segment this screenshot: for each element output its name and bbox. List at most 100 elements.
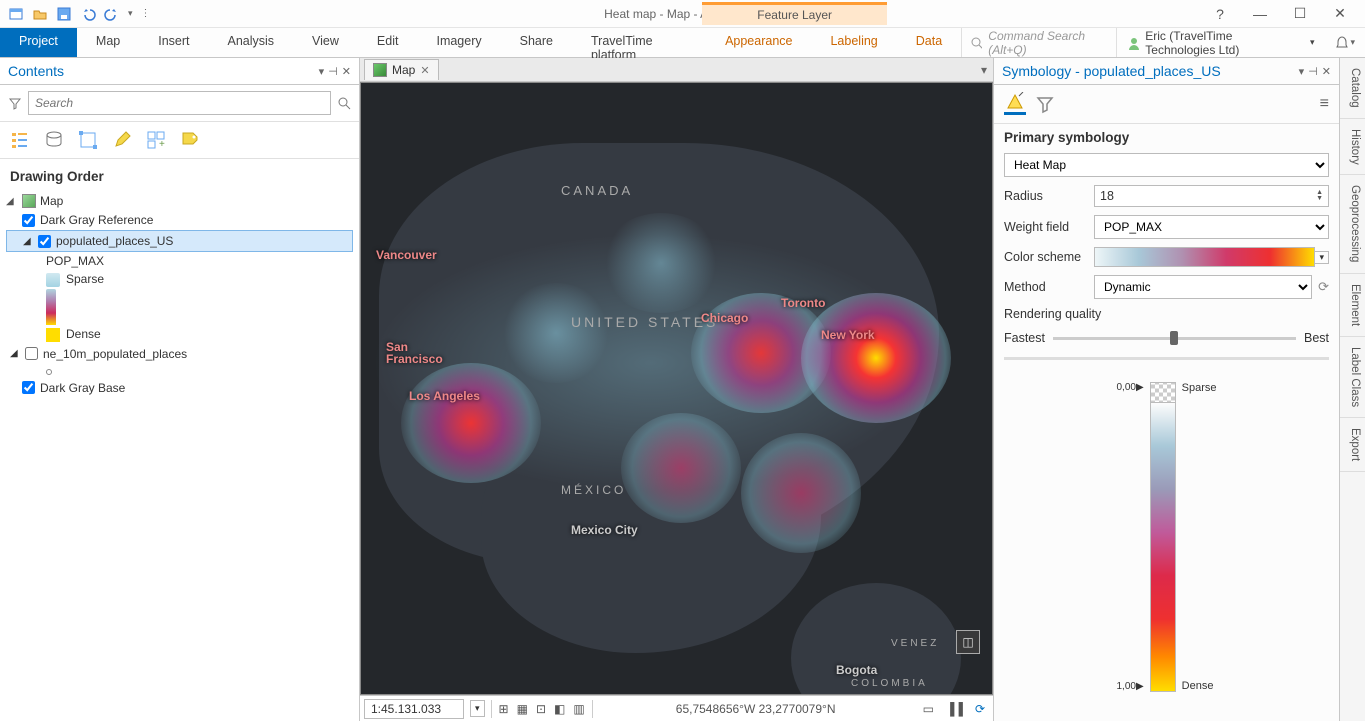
- pause-icon[interactable]: ▐▐: [942, 700, 967, 718]
- tab-imagery[interactable]: Imagery: [417, 28, 500, 57]
- close-icon[interactable]: ✕: [1327, 5, 1353, 22]
- contents-search-input[interactable]: [28, 91, 331, 115]
- dropdown-icon[interactable]: ▾: [1299, 65, 1305, 78]
- close-tab-icon[interactable]: ✕: [420, 64, 429, 77]
- qat-overflow-icon[interactable]: ⋮: [141, 8, 151, 19]
- close-pane-icon[interactable]: ✕: [342, 65, 351, 78]
- vtab-export[interactable]: Export: [1340, 418, 1365, 472]
- corrections-icon[interactable]: ◧: [551, 700, 568, 718]
- radius-input[interactable]: 18▲▼: [1094, 185, 1329, 207]
- layer-dark-gray-reference[interactable]: Dark Gray Reference: [6, 210, 353, 230]
- map-view-tab[interactable]: Map ✕: [364, 59, 439, 80]
- vtab-label-class[interactable]: Label Class: [1340, 337, 1365, 418]
- notifications-icon[interactable]: ▾: [1324, 28, 1365, 57]
- tab-data[interactable]: Data: [897, 28, 961, 57]
- list-source-icon[interactable]: [44, 130, 64, 150]
- navigator-icon[interactable]: ◫: [956, 630, 980, 654]
- minimize-icon[interactable]: —: [1247, 6, 1273, 22]
- dynamic-icon[interactable]: ▥: [570, 700, 587, 718]
- help-icon[interactable]: ?: [1207, 6, 1233, 22]
- command-search[interactable]: Command Search (Alt+Q): [961, 28, 1116, 57]
- layer-visibility-checkbox[interactable]: [38, 235, 51, 248]
- tab-labeling[interactable]: Labeling: [811, 28, 896, 57]
- tab-view[interactable]: View: [293, 28, 358, 57]
- map-node[interactable]: ◢ Map: [6, 192, 353, 210]
- color-ramp-icon[interactable]: [1150, 402, 1176, 692]
- tab-traveltime[interactable]: TravelTime platform: [572, 28, 706, 57]
- search-go-icon[interactable]: [335, 94, 353, 112]
- layer-visibility-checkbox[interactable]: [25, 347, 38, 360]
- qat-dropdown-icon[interactable]: ▾: [128, 8, 133, 19]
- layer-populated-places-us[interactable]: ◢ populated_places_US: [6, 230, 353, 252]
- dropdown-icon[interactable]: ▾: [319, 65, 325, 78]
- ribbon-tabs: Project Map Insert Analysis View Edit Im…: [0, 28, 1365, 58]
- city-label: Toronto: [781, 296, 825, 310]
- user-dropdown-icon: ▾: [1310, 37, 1315, 48]
- vtab-catalog[interactable]: Catalog: [1340, 58, 1365, 119]
- view-dropdown-icon[interactable]: ▾: [975, 63, 993, 77]
- list-snapping-icon[interactable]: +: [146, 130, 166, 150]
- tab-project[interactable]: Project: [0, 28, 77, 57]
- method-select[interactable]: Dynamic: [1094, 275, 1312, 299]
- color-scheme-label: Color scheme: [1004, 250, 1086, 264]
- pin-icon[interactable]: ⊣: [328, 65, 338, 78]
- snap-icon[interactable]: ⊞: [496, 700, 512, 718]
- country-label: VENEZ: [891, 638, 939, 649]
- layer-visibility-checkbox[interactable]: [22, 214, 35, 227]
- new-project-icon[interactable]: [8, 6, 24, 22]
- layer-label: ne_10m_populated_places: [43, 347, 187, 361]
- layer-ne-10m-populated-places[interactable]: ◢ ne_10m_populated_places: [6, 344, 353, 364]
- city-label: SanFrancisco: [386, 341, 443, 365]
- redo-icon[interactable]: [104, 6, 120, 22]
- user-menu[interactable]: Eric (TravelTime Technologies Ltd) ▾: [1116, 28, 1324, 57]
- primary-symbology-heading: Primary symbology: [1004, 130, 1329, 145]
- vtab-geoprocessing[interactable]: Geoprocessing: [1340, 175, 1365, 273]
- contents-toolbar: +: [0, 122, 359, 159]
- menu-icon[interactable]: ≡: [1320, 95, 1329, 113]
- list-selection-icon[interactable]: [78, 130, 98, 150]
- undo-icon[interactable]: [80, 6, 96, 22]
- scale-dropdown-icon[interactable]: ▾: [470, 700, 485, 717]
- save-icon[interactable]: [56, 6, 72, 22]
- symbology-type-select[interactable]: Heat Map: [1004, 153, 1329, 177]
- list-drawing-order-icon[interactable]: [10, 130, 30, 150]
- list-editing-icon[interactable]: [112, 130, 132, 150]
- collapse-icon[interactable]: ◢: [10, 348, 20, 359]
- list-labeling-icon[interactable]: [180, 130, 200, 150]
- layer-dark-gray-base[interactable]: Dark Gray Base: [6, 378, 353, 398]
- maximize-icon[interactable]: ☐: [1287, 5, 1313, 22]
- selected-features-icon[interactable]: ▭: [919, 700, 938, 718]
- vtab-history[interactable]: History: [1340, 119, 1365, 176]
- quality-slider[interactable]: [1053, 337, 1296, 340]
- layer-visibility-checkbox[interactable]: [22, 381, 35, 394]
- color-scheme-dropdown-icon[interactable]: ▾: [1315, 251, 1329, 264]
- weight-field-select[interactable]: POP_MAX: [1094, 215, 1329, 239]
- refresh-icon[interactable]: ⟳: [1318, 279, 1329, 295]
- grid-icon[interactable]: ▦: [514, 700, 531, 718]
- collapse-icon[interactable]: ◢: [6, 196, 18, 207]
- open-project-icon[interactable]: [32, 6, 48, 22]
- map-icon: [22, 194, 36, 208]
- filter-icon[interactable]: [6, 94, 24, 112]
- primary-symbology-tab-icon[interactable]: [1004, 93, 1026, 115]
- spinner-icon[interactable]: ▲▼: [1316, 190, 1323, 202]
- collapse-icon[interactable]: ◢: [23, 236, 33, 247]
- country-label: MÉXICO: [561, 483, 626, 497]
- tab-appearance[interactable]: Appearance: [706, 28, 811, 57]
- pin-icon[interactable]: ⊣: [1308, 65, 1318, 78]
- tab-edit[interactable]: Edit: [358, 28, 418, 57]
- color-scheme-picker[interactable]: [1094, 247, 1315, 267]
- constraints-icon[interactable]: ⊡: [533, 700, 549, 718]
- tab-analysis[interactable]: Analysis: [209, 28, 294, 57]
- tab-share[interactable]: Share: [501, 28, 572, 57]
- vary-symbology-tab-icon[interactable]: [1034, 93, 1056, 115]
- sparse-label: Sparse: [1182, 382, 1217, 394]
- tab-insert[interactable]: Insert: [139, 28, 208, 57]
- vtab-element[interactable]: Element: [1340, 274, 1365, 337]
- scale-input[interactable]: 1:45.131.033: [364, 699, 464, 719]
- map-canvas[interactable]: CANADA UNITED STATES MÉXICO VENEZ COLOMB…: [360, 82, 993, 695]
- refresh-icon[interactable]: ⟳: [971, 700, 989, 718]
- close-pane-icon[interactable]: ✕: [1322, 65, 1331, 78]
- tab-map[interactable]: Map: [77, 28, 139, 57]
- country-label: COLOMBIA: [851, 678, 928, 689]
